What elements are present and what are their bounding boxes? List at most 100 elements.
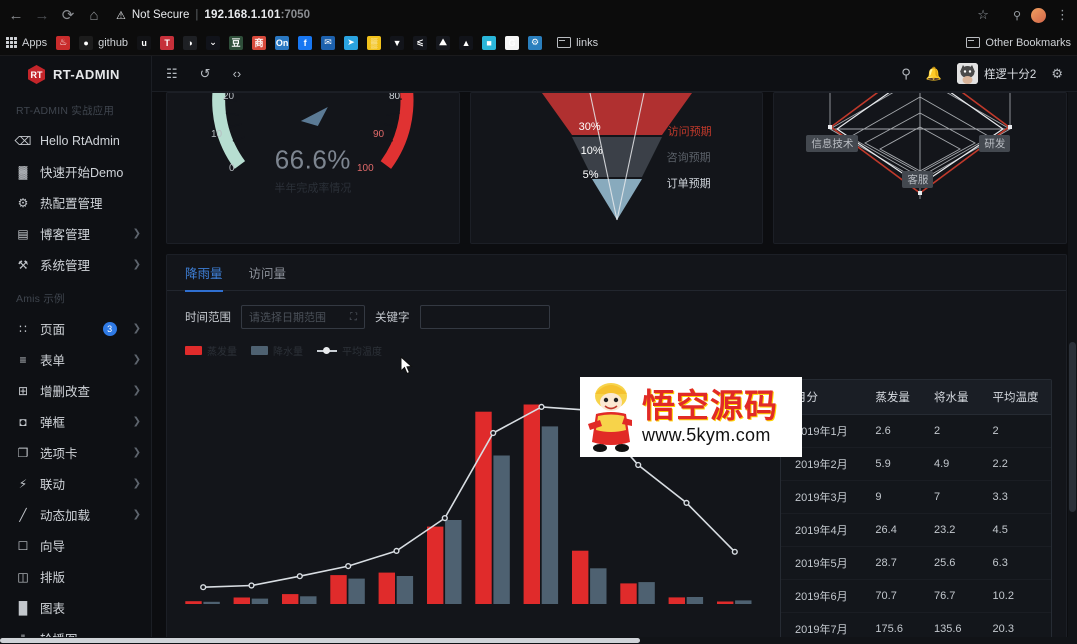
table-cell: 7 <box>919 480 979 514</box>
sidebar-item-1-5[interactable]: ⚡ 联动 ❯ <box>0 468 151 499</box>
forward-icon[interactable]: → <box>34 8 50 23</box>
back-icon[interactable]: ← <box>8 8 24 23</box>
bookmark-qr-bookmark[interactable]: ▒ <box>367 35 382 50</box>
vertical-scrollbar-thumb[interactable] <box>1069 342 1076 512</box>
other-bookmarks-button[interactable]: Other Bookmarks <box>966 37 1071 49</box>
bookmark-drive-bookmark[interactable]: ▲ <box>459 35 474 50</box>
menu-fold-icon[interactable]: ☷ <box>166 66 178 82</box>
bar-1-1 <box>251 598 269 604</box>
sidebar-item-1-3[interactable]: ◘ 弹框 ❯ <box>0 406 151 437</box>
table-header-3: 平均温度 <box>978 380 1051 415</box>
home-icon[interactable]: ⌂ <box>86 8 102 23</box>
table-row[interactable]: 2019年4月 26.4 23.2 4.5 <box>781 513 1051 547</box>
url-port: :7050 <box>280 9 310 21</box>
date-range-input[interactable]: 请选择日期范围 ⛶ <box>241 305 365 329</box>
legend-swatch <box>185 346 202 355</box>
table-row[interactable]: 2019年2月 5.9 4.9 2.2 <box>781 447 1051 481</box>
horizontal-scrollbar-thumb[interactable] <box>0 638 640 643</box>
bookmark-on-bookmark[interactable]: On <box>275 35 290 50</box>
links-folder-bookmark[interactable]: links <box>557 37 598 49</box>
radar-label: 信息技术 <box>806 135 859 152</box>
bookmark-github-bookmark[interactable]: ● github <box>79 35 128 50</box>
sidebar-item-label: 页面 <box>40 323 66 337</box>
bookmark-t-bookmark[interactable]: T <box>160 35 175 50</box>
bookmark-dou-bookmark[interactable]: 豆 <box>229 35 244 50</box>
bookmark-google-bookmark[interactable]: G <box>505 35 520 50</box>
tab-1[interactable]: 访问量 <box>249 255 287 291</box>
legend-item-2[interactable]: 平均温度 <box>317 343 382 358</box>
user-menu[interactable]: 樦逻十分2 <box>956 63 1036 84</box>
keyword-input[interactable] <box>419 305 550 329</box>
table-cell: 4.5 <box>978 513 1051 547</box>
sidebar-item-1-6[interactable]: ╱ 动态加载 ❯ <box>0 499 151 530</box>
sidebar-item-1-7[interactable]: ☐ 向导 <box>0 530 151 561</box>
funnel-value: 10% <box>580 145 603 157</box>
bookmark-alert-bookmark[interactable]: ⛰ <box>436 35 451 50</box>
bookmark-outlook-bookmark[interactable]: ✉ <box>321 35 336 50</box>
reload-icon[interactable]: ⟳ <box>60 8 76 23</box>
sidebar-item-0-2[interactable]: ⚙ 热配置管理 <box>0 187 151 218</box>
sidebar-item-1-9[interactable]: █ 图表 <box>0 592 151 623</box>
sidebar-item-1-4[interactable]: ❐ 选项卡 ❯ <box>0 437 151 468</box>
bookmark-gitlab-bookmark[interactable]: ▼ <box>390 35 405 50</box>
three-dots-icon[interactable]: ⋮ <box>1056 8 1069 21</box>
table-cell: 23.2 <box>919 513 979 547</box>
bookmark-star-icon[interactable]: ☆ <box>977 7 989 23</box>
sidebar-item-badge: 3 <box>102 321 117 336</box>
bookmark-sigma-bookmark[interactable]: ⩽ <box>413 35 428 50</box>
avatar <box>956 63 978 84</box>
grid-dots-icon: ∷ <box>19 321 27 336</box>
legend-item-0[interactable]: 蒸发量 <box>185 343 237 358</box>
sidebar-item-0-4[interactable]: ⚒ 系统管理 ❯ <box>0 249 151 280</box>
bookmark-telegram-bookmark[interactable]: ➤ <box>344 35 359 50</box>
sidebar-item-label: 图表 <box>40 602 66 616</box>
bell-icon[interactable]: 🔔 <box>926 66 942 82</box>
refresh-icon[interactable]: ↺ <box>200 66 211 82</box>
table-cell: 26.4 <box>861 513 920 547</box>
apps-shortcut[interactable]: Apps <box>6 37 47 49</box>
gear-icon[interactable]: ⚙ <box>1051 66 1063 82</box>
sidebar-item-0-3[interactable]: ▤ 博客管理 ❯ <box>0 218 151 249</box>
keyword-label: 关键字 <box>375 312 410 324</box>
line-point-0 <box>200 584 207 591</box>
brand[interactable]: RT RT-ADMIN <box>0 56 151 92</box>
vertical-scrollbar[interactable] <box>1068 92 1077 644</box>
table-cell: 5.9 <box>861 447 920 481</box>
table-row[interactable]: 2019年3月 9 7 3.3 <box>781 480 1051 514</box>
table-row[interactable]: 2019年6月 70.7 76.7 10.2 <box>781 579 1051 613</box>
bookmark-ruby-bookmark[interactable]: ♨ <box>56 35 71 50</box>
bar-0-2 <box>282 594 299 604</box>
bar-0-9 <box>620 583 637 604</box>
bookmark-chevrons-bookmark[interactable]: ⌄ <box>206 35 221 50</box>
table-row[interactable]: 2019年5月 28.7 25.6 6.3 <box>781 546 1051 580</box>
table-row[interactable]: 2019年1月 2.6 2 2 <box>781 414 1051 448</box>
profile-avatar[interactable] <box>1031 7 1046 23</box>
sidebar-item-0-1[interactable]: ▓ 快速开始Demo <box>0 156 151 187</box>
filter-row: 时间范围 请选择日期范围 ⛶ 关键字 <box>167 291 1066 339</box>
sidebar-item-1-8[interactable]: ◫ 排版 <box>0 561 151 592</box>
sidebar-item-1-2[interactable]: ⊞ 增删改查 ❯ <box>0 375 151 406</box>
code-icon[interactable]: ‹› <box>233 66 242 81</box>
sidebar-item-label: 快速开始Demo <box>40 166 124 180</box>
search-icon[interactable]: ⚲ <box>901 66 911 82</box>
radar-chart <box>828 93 1013 199</box>
table-cell: 28.7 <box>861 546 920 580</box>
monitor-icon: ☐ <box>17 538 29 553</box>
tab-0[interactable]: 降雨量 <box>185 255 223 292</box>
bookmark-u-bookmark[interactable]: u <box>137 35 152 50</box>
funnel-value: 5% <box>582 169 599 181</box>
address-bar[interactable]: ⚠ Not Secure | 192.168.1.101:7050 <box>116 5 967 25</box>
table-header-1: 蒸发量 <box>861 380 920 415</box>
legend-item-1[interactable]: 降水量 <box>251 343 303 358</box>
bookmark-moon-bookmark[interactable]: ◑ <box>183 35 198 50</box>
bookmark-bili-bookmark[interactable]: ■ <box>482 35 497 50</box>
sidebar-item-0-0[interactable]: ⌫ Hello RtAdmin <box>0 125 151 156</box>
sidebar-item-1-0[interactable]: ∷ 页面 3 ❯ <box>0 313 151 344</box>
bookmark-facebook-bookmark[interactable]: f <box>298 35 313 50</box>
sidebar-item-1-1[interactable]: ≡ 表单 ❯ <box>0 344 151 375</box>
horizontal-scrollbar[interactable] <box>0 637 1077 644</box>
chevron-right-icon: ❯ <box>132 228 141 239</box>
bookmark-shang-bookmark[interactable]: 商 <box>252 35 267 50</box>
key-icon[interactable]: ⚲ <box>1013 9 1021 22</box>
bookmark-gear-bookmark[interactable]: ⚙ <box>528 35 543 50</box>
